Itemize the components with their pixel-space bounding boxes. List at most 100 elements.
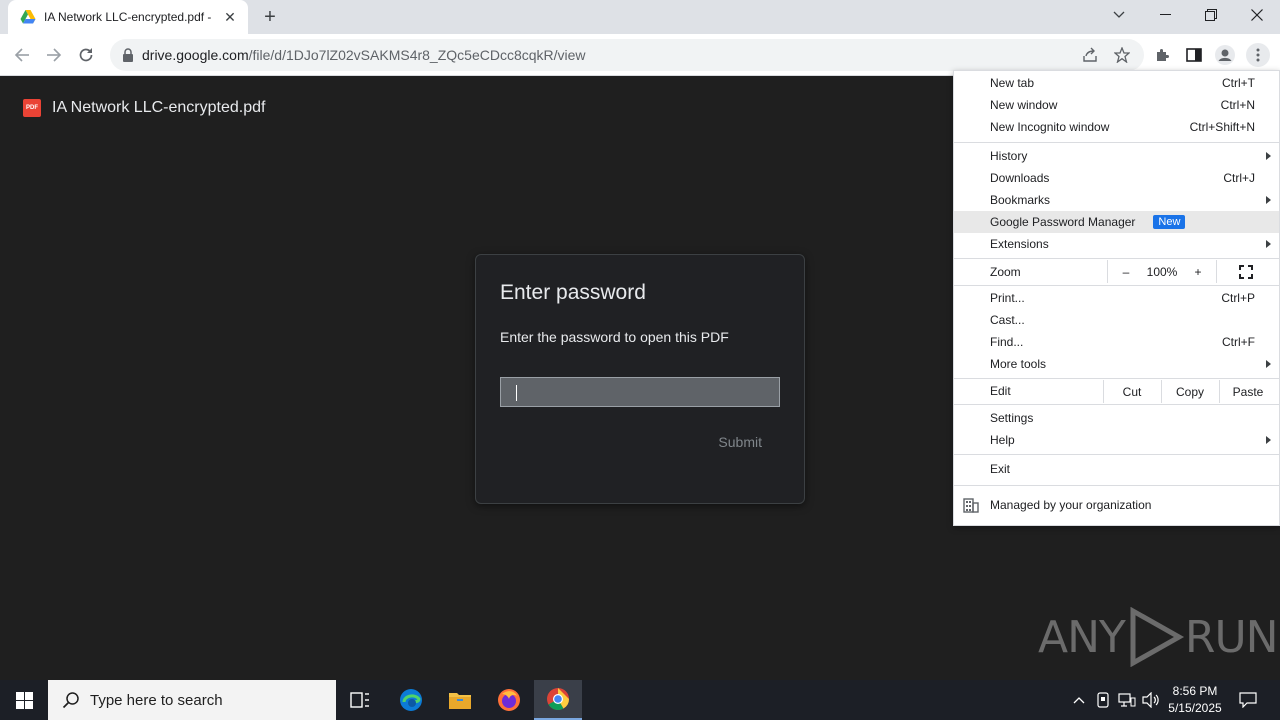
menu-separator [954,485,1279,486]
windows-taskbar: Type here to search 8:56 PM 5/15/2025 [0,680,1280,720]
dialog-title: Enter password [500,281,646,304]
browser-tab[interactable]: IA Network LLC-encrypted.pdf - ✕ [8,0,248,34]
taskbar-clock[interactable]: 8:56 PM 5/15/2025 [1164,683,1226,717]
profile-avatar-icon[interactable] [1213,43,1237,67]
menu-item-extensions[interactable]: Extensions [954,233,1279,255]
menu-label: Cast... [990,313,1025,327]
url-text: drive.google.com/file/d/1DJo7lZ02vSAKMS4… [142,47,586,63]
tray-network-device-icon[interactable] [1093,680,1113,720]
menu-label: Managed by your organization [990,498,1152,512]
menu-item-downloads[interactable]: Downloads Ctrl+J [954,167,1279,189]
password-input[interactable] [500,377,780,407]
copy-button[interactable]: Copy [1161,380,1219,403]
folder-icon [449,693,471,709]
arrow-right-icon [47,48,62,62]
chrome-app-button[interactable] [534,680,582,720]
watermark-right-text: RUN [1184,611,1279,663]
back-button[interactable] [8,41,36,69]
menu-label: Bookmarks [990,193,1051,207]
google-drive-icon [20,10,36,24]
file-title: IA Network LLC-encrypted.pdf [52,99,266,116]
watermark-left-text: ANY [1038,611,1126,663]
menu-separator [954,454,1279,455]
menu-separator [954,258,1279,259]
menu-item-new-tab[interactable]: New tab Ctrl+T [954,72,1279,94]
text-caret [516,385,517,401]
file-header: PDF IA Network LLC-encrypted.pdf [23,99,265,117]
play-logo-icon [1130,607,1184,667]
arrow-left-icon [14,48,29,62]
menu-item-find[interactable]: Find... Ctrl+F [954,331,1279,353]
edge-icon [400,689,422,711]
address-bar[interactable]: drive.google.com/file/d/1DJo7lZ02vSAKMS4… [110,39,1144,71]
menu-separator [954,404,1279,405]
menu-item-help[interactable]: Help [954,429,1279,451]
chrome-icon [547,688,569,710]
show-hidden-icons-button[interactable] [1068,680,1090,720]
reload-button[interactable] [72,41,100,69]
new-tab-button[interactable]: + [259,6,281,28]
menu-shortcut: Ctrl+T [1222,76,1255,90]
restore-button[interactable] [1188,0,1234,30]
minimize-button[interactable] [1142,0,1188,30]
firefox-app-button[interactable] [488,680,530,720]
tab-search-icon[interactable] [1096,0,1142,30]
lock-icon [123,48,133,62]
menu-edit-row: Edit Cut Copy Paste [954,380,1279,403]
task-view-icon [350,692,369,708]
fullscreen-button[interactable] [1234,260,1258,283]
submenu-arrow-icon [1266,152,1271,160]
notifications-button[interactable] [1232,680,1264,720]
menu-item-exit[interactable]: Exit [954,458,1279,480]
close-window-button[interactable] [1234,0,1280,30]
menu-item-cast[interactable]: Cast... [954,309,1279,331]
submit-button[interactable]: Submit [718,434,762,450]
menu-item-password-manager[interactable]: Google Password Manager New [954,211,1279,233]
menu-label: History [990,149,1028,163]
menu-item-bookmarks[interactable]: Bookmarks [954,189,1279,211]
zoom-level: 100% [1146,264,1178,279]
menu-label: Help [990,433,1015,447]
share-icon[interactable] [1080,45,1100,65]
menu-item-history[interactable]: History [954,145,1279,167]
menu-item-print[interactable]: Print... Ctrl+P [954,287,1279,309]
chevron-up-icon [1073,697,1085,704]
menu-item-new-window[interactable]: New window Ctrl+N [954,94,1279,116]
paste-button[interactable]: Paste [1219,380,1277,403]
cut-button[interactable]: Cut [1103,380,1161,403]
menu-shortcut: Ctrl+J [1223,171,1255,185]
menu-shortcut: Ctrl+Shift+N [1189,120,1255,134]
tab-close-icon[interactable]: ✕ [222,9,238,25]
menu-label: Extensions [990,237,1049,251]
tab-strip: IA Network LLC-encrypted.pdf - ✕ + [0,0,1280,34]
menu-item-more-tools[interactable]: More tools [954,353,1279,375]
bookmark-star-icon[interactable] [1112,45,1132,65]
notification-icon [1239,692,1257,708]
volume-icon[interactable] [1140,680,1162,720]
network-icon[interactable] [1116,680,1138,720]
file-explorer-button[interactable] [439,680,481,720]
url-path: /file/d/1DJo7lZ02vSAKMS4r8_ZQc5eCDcc8cqk… [248,47,586,63]
menu-item-settings[interactable]: Settings [954,407,1279,429]
chrome-menu-button[interactable] [1246,43,1270,67]
dialog-message: Enter the password to open this PDF [500,329,729,345]
anyrun-watermark: ANY RUN [1038,607,1279,667]
windows-logo-icon [15,691,33,709]
extensions-puzzle-icon[interactable] [1150,43,1174,67]
side-panel-icon[interactable] [1182,43,1206,67]
menu-item-new-incognito[interactable]: New Incognito window Ctrl+Shift+N [954,116,1279,138]
zoom-in-button[interactable]: + [1186,260,1210,283]
menu-item-managed[interactable]: Managed by your organization [954,494,1279,516]
new-badge: New [1153,215,1186,229]
zoom-out-button[interactable]: – [1114,260,1138,283]
edge-app-button[interactable] [390,680,432,720]
zoom-divider [1107,260,1108,283]
submenu-arrow-icon [1266,196,1271,204]
task-view-button[interactable] [340,680,380,720]
search-icon [62,692,79,709]
taskbar-search-box[interactable]: Type here to search [48,680,336,720]
start-button[interactable] [0,680,48,720]
building-icon [963,498,979,513]
url-host: drive.google.com [142,47,249,63]
forward-button[interactable] [40,41,68,69]
